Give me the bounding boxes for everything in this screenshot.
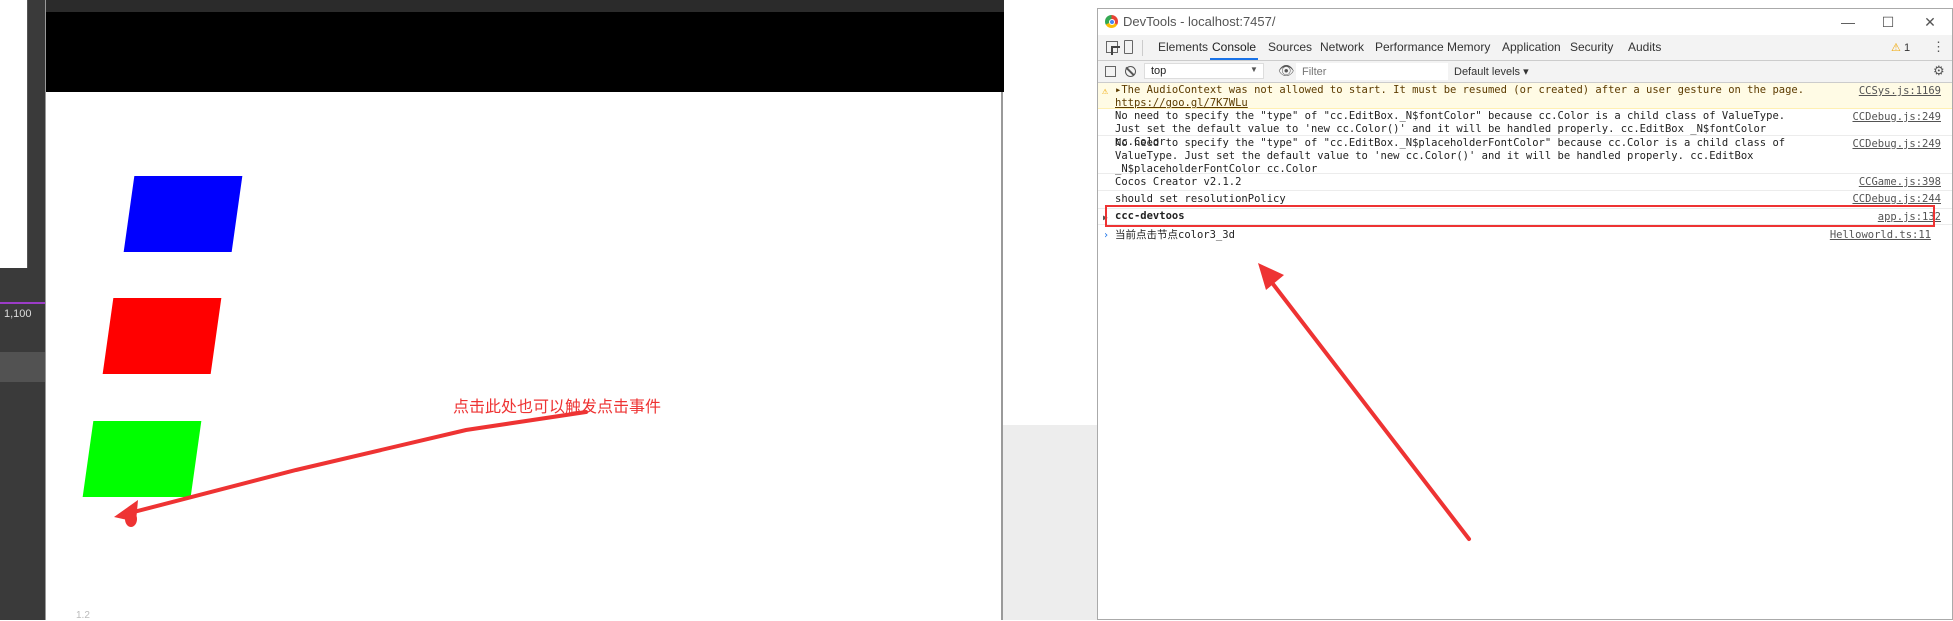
clear-console-icon[interactable] [1125, 66, 1136, 77]
console-message-text: No need to specify the "type" of "cc.Edi… [1115, 137, 1786, 175]
device-toolbar-icon[interactable] [1124, 40, 1133, 54]
more-options-icon[interactable]: ⋮ [1932, 39, 1945, 55]
console-source-link[interactable]: CCSys.js:1169 [1859, 85, 1941, 98]
game-preview-window[interactable]: 点击此处也可以触发点击事件 1.2 [45, 0, 1004, 621]
live-expression-eye-icon[interactable]: 👁 [1278, 63, 1295, 79]
editor-side-panel: 1,100 [0, 0, 45, 620]
background-panel [1003, 425, 1097, 620]
console-prompt[interactable]: › [1103, 230, 1109, 241]
annotation-text: 点击此处也可以触发点击事件 [453, 399, 662, 416]
devtools-tab-bar: Elements Console Sources Network Perform… [1098, 35, 1952, 61]
warning-icon: ⚠ [1891, 42, 1901, 54]
console-message-text: 当前点击节点color3_3d [1115, 229, 1235, 241]
warning-count-badge[interactable]: ⚠ 1 [1891, 41, 1910, 54]
console-source-link[interactable]: Helloworld.ts:11 [1830, 229, 1931, 242]
tab-memory[interactable]: Memory [1447, 35, 1490, 60]
console-source-link[interactable]: CCGame.js:398 [1859, 176, 1941, 189]
editor-ruler-label: 1,100 [4, 308, 32, 320]
console-log-message: No need to specify the "type" of "cc.Edi… [1098, 136, 1952, 175]
devtools-title: DevTools - localhost:7457/ [1123, 14, 1276, 29]
console-message-text: ▸The AudioContext was not allowed to sta… [1115, 84, 1805, 110]
tab-audits[interactable]: Audits [1628, 35, 1661, 60]
console-filter-input[interactable] [1296, 63, 1448, 80]
maximize-button[interactable]: ☐ [1876, 12, 1900, 32]
console-source-link[interactable]: CCDebug.js:249 [1852, 111, 1941, 124]
tab-application[interactable]: Application [1502, 35, 1561, 60]
warning-icon: ⚠ [1102, 86, 1109, 97]
tab-sources[interactable]: Sources [1268, 35, 1312, 60]
green-parallelogram-node[interactable] [82, 421, 202, 497]
editor-toolbar-band [0, 352, 45, 382]
console-sidebar-icon[interactable] [1105, 66, 1116, 77]
warning-link[interactable]: https://goo.gl/7K7WLu [1115, 97, 1248, 109]
game-corner-label: 1.2 [76, 610, 90, 621]
warning-count: 1 [1903, 42, 1911, 54]
toolbar-divider [1142, 40, 1143, 56]
minimize-button[interactable]: — [1836, 12, 1860, 32]
devtools-window: DevTools - localhost:7457/ — ☐ ✕ Element… [1097, 8, 1953, 620]
close-button[interactable]: ✕ [1918, 12, 1942, 32]
red-parallelogram-node[interactable] [102, 298, 222, 374]
inspect-element-icon[interactable] [1106, 41, 1118, 53]
console-toolbar: top ▼ 👁 Default levels ▾ ⚙ [1098, 61, 1952, 83]
click-target-dot[interactable] [125, 511, 137, 527]
context-selector[interactable]: top [1144, 63, 1264, 79]
tab-network[interactable]: Network [1320, 35, 1364, 60]
console-log-message-click: 当前点击节点color3_3d Helloworld.ts:11 [1098, 225, 1952, 247]
tab-console[interactable]: Console [1210, 35, 1259, 60]
log-levels-dropdown[interactable]: Default levels ▾ [1454, 65, 1529, 78]
blue-parallelogram-node[interactable] [123, 176, 243, 252]
warning-text: ▸The AudioContext was not allowed to sta… [1115, 84, 1805, 96]
console-message-text: Cocos Creator v2.1.2 [1115, 176, 1242, 188]
game-window-topbar [46, 0, 1004, 12]
tab-elements[interactable]: Elements [1158, 35, 1208, 60]
annotation-highlight-box [1105, 205, 1935, 227]
chrome-icon [1105, 15, 1118, 28]
devtools-titlebar: DevTools - localhost:7457/ — ☐ ✕ [1098, 9, 1952, 35]
tab-performance[interactable]: Performance [1375, 35, 1444, 60]
console-log-message: Cocos Creator v2.1.2 CCGame.js:398 [1098, 174, 1952, 191]
tab-security[interactable]: Security [1570, 35, 1613, 60]
console-source-link[interactable]: CCDebug.js:249 [1852, 138, 1941, 151]
chevron-down-icon: ▼ [1250, 65, 1258, 74]
console-log-message: No need to specify the "type" of "cc.Edi… [1098, 109, 1952, 148]
console-warning-message: ⚠ ▸The AudioContext was not allowed to s… [1098, 83, 1952, 109]
editor-panel-white-area [0, 0, 28, 268]
game-header-black-area [46, 12, 1004, 92]
editor-timeline-marker [0, 302, 45, 304]
console-settings-gear-icon[interactable]: ⚙ [1933, 63, 1945, 79]
